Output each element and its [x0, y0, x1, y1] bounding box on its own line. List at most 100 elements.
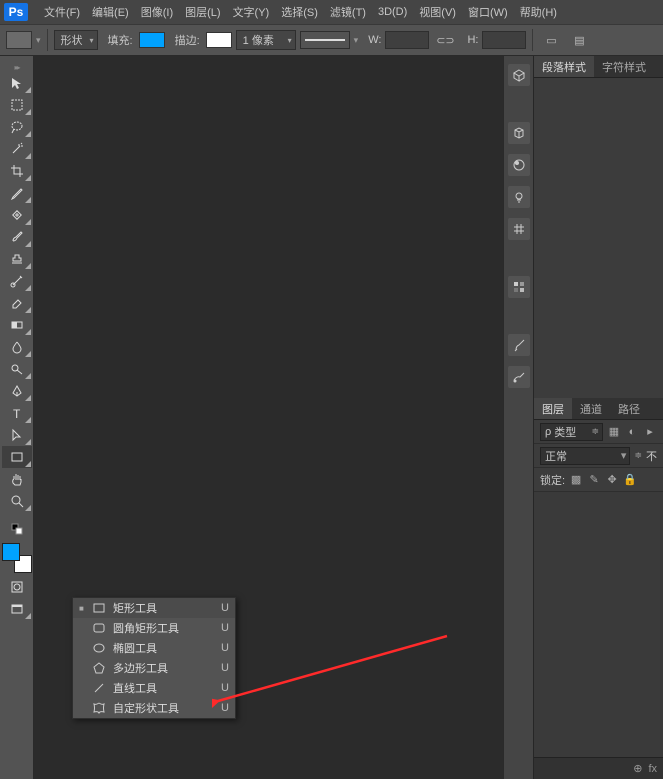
lock-trans-icon[interactable]: ▩	[569, 473, 583, 487]
dock-brushes-icon[interactable]	[508, 334, 530, 356]
menu-layer[interactable]: 图层(L)	[179, 4, 226, 20]
dock-light-icon[interactable]	[508, 186, 530, 208]
dock-brush-settings-icon[interactable]	[508, 366, 530, 388]
path-select-tool[interactable]	[2, 424, 32, 446]
height-input[interactable]	[482, 31, 526, 49]
quick-mask-icon[interactable]	[2, 576, 32, 598]
dock-3d-icon[interactable]	[508, 64, 530, 86]
foreground-color[interactable]	[2, 543, 20, 561]
gradient-tool[interactable]	[2, 314, 32, 336]
filter-pixel-icon[interactable]: ▦	[607, 425, 621, 439]
brush-tool[interactable]	[2, 226, 32, 248]
stroke-color-swatch[interactable]	[206, 32, 232, 48]
separator	[532, 29, 533, 51]
lock-pos-icon[interactable]: ✥	[605, 473, 619, 487]
width-input[interactable]	[385, 31, 429, 49]
marquee-tool[interactable]	[2, 94, 32, 116]
filter-adjust-icon[interactable]: ◐	[625, 425, 639, 439]
collapsed-dock	[503, 56, 533, 779]
color-swatches[interactable]	[2, 543, 32, 573]
stroke-width-dropdown[interactable]: 1 像素	[236, 30, 296, 50]
line-icon	[92, 682, 106, 694]
fx-icon[interactable]: fx	[648, 763, 657, 775]
type-tool[interactable]: T	[2, 402, 32, 424]
layers-panel: ρ 类型 ▦ ◐ ▸ 正常 ≑ 不 锁定: ▩ ✎ ✥ 🔒 ⊕	[534, 420, 663, 779]
dock-materials-icon[interactable]	[508, 154, 530, 176]
fill-color-swatch[interactable]	[139, 32, 165, 48]
stamp-tool[interactable]	[2, 248, 32, 270]
lock-all-icon[interactable]: 🔒	[623, 473, 637, 487]
hand-tool[interactable]	[2, 468, 32, 490]
flyout-custom-shape-tool[interactable]: 自定形状工具 U	[73, 698, 235, 718]
eraser-tool[interactable]	[2, 292, 32, 314]
menu-view[interactable]: 视图(V)	[413, 4, 462, 20]
default-colors-icon[interactable]	[2, 518, 32, 540]
separator	[47, 29, 48, 51]
svg-text:T: T	[13, 407, 21, 420]
opacity-label: 不	[646, 448, 657, 464]
flyout-rectangle-tool[interactable]: ■ 矩形工具 U	[73, 598, 235, 618]
toolbar-grip[interactable]	[0, 62, 33, 72]
eyedropper-tool[interactable]	[2, 182, 32, 204]
tab-channels[interactable]: 通道	[572, 398, 610, 419]
tool-preset-icon[interactable]	[6, 31, 32, 49]
stroke-style-dropdown[interactable]	[300, 31, 350, 49]
menu-type[interactable]: 文字(Y)	[227, 4, 276, 20]
menu-select[interactable]: 选择(S)	[275, 4, 324, 20]
flyout-label: 自定形状工具	[113, 700, 179, 716]
path-ops-icon[interactable]: ▭	[539, 30, 563, 50]
chevron-down-icon[interactable]: ▾	[354, 35, 359, 46]
screen-mode-icon[interactable]	[2, 598, 32, 620]
app-logo: Ps	[4, 3, 28, 21]
tab-layers[interactable]: 图层	[534, 398, 572, 419]
flyout-ellipse-tool[interactable]: 椭圆工具 U	[73, 638, 235, 658]
tab-character-styles[interactable]: 字符样式	[594, 56, 654, 77]
blur-tool[interactable]	[2, 336, 32, 358]
flyout-line-tool[interactable]: 直线工具 U	[73, 678, 235, 698]
link-layers-icon[interactable]: ⊕	[633, 762, 642, 775]
canvas-area[interactable]: ■ 矩形工具 U 圆角矩形工具 U 椭圆工具 U 多边形工具	[34, 56, 503, 779]
zoom-tool[interactable]	[2, 490, 32, 512]
menu-filter[interactable]: 滤镜(T)	[324, 4, 372, 20]
filter-more-icon[interactable]: ▸	[643, 425, 657, 439]
tools-panel: T	[0, 56, 34, 779]
dock-cube-icon[interactable]	[508, 122, 530, 144]
slider-icon[interactable]: ≑	[634, 450, 642, 461]
right-panels: 段落样式 字符样式 图层 通道 路径 ρ 类型 ▦ ◐ ▸ 正常 ≑ 不	[533, 56, 663, 779]
rectangle-icon	[92, 602, 106, 614]
flyout-rounded-rectangle-tool[interactable]: 圆角矩形工具 U	[73, 618, 235, 638]
lasso-tool[interactable]	[2, 116, 32, 138]
history-brush-tool[interactable]	[2, 270, 32, 292]
annotation-arrow	[212, 631, 452, 711]
menu-image[interactable]: 图像(I)	[135, 4, 179, 20]
dodge-tool[interactable]	[2, 358, 32, 380]
menu-edit[interactable]: 编辑(E)	[86, 4, 135, 20]
styles-panel-tabs: 段落样式 字符样式	[534, 56, 663, 78]
blend-mode-dropdown[interactable]: 正常	[540, 447, 630, 465]
options-bar: ▾ 形状 填充: 描边: 1 像素 ▾ W: ⊂⊃ H: ▭ ▤	[0, 24, 663, 56]
menu-window[interactable]: 窗口(W)	[462, 4, 514, 20]
tab-paths[interactable]: 路径	[610, 398, 648, 419]
menu-help[interactable]: 帮助(H)	[514, 4, 563, 20]
layer-filter-dropdown[interactable]: ρ 类型	[540, 423, 603, 441]
healing-brush-tool[interactable]	[2, 204, 32, 226]
move-tool[interactable]	[2, 72, 32, 94]
shape-tool[interactable]	[2, 446, 32, 468]
menu-3d[interactable]: 3D(D)	[372, 6, 413, 18]
tab-paragraph-styles[interactable]: 段落样式	[534, 56, 594, 77]
dock-swatches-icon[interactable]	[508, 276, 530, 298]
dock-grid-icon[interactable]	[508, 218, 530, 240]
pen-tool[interactable]	[2, 380, 32, 402]
crop-tool[interactable]	[2, 160, 32, 182]
polygon-icon	[92, 662, 106, 674]
menu-file[interactable]: 文件(F)	[38, 4, 86, 20]
shape-mode-dropdown[interactable]: 形状	[54, 30, 98, 50]
link-wh-icon[interactable]: ⊂⊃	[433, 30, 457, 50]
magic-wand-tool[interactable]	[2, 138, 32, 160]
flyout-shortcut: U	[221, 682, 229, 694]
chevron-down-icon[interactable]: ▾	[36, 35, 41, 46]
align-icon[interactable]: ▤	[567, 30, 591, 50]
flyout-polygon-tool[interactable]: 多边形工具 U	[73, 658, 235, 678]
layers-list[interactable]	[534, 492, 663, 757]
lock-pixels-icon[interactable]: ✎	[587, 473, 601, 487]
